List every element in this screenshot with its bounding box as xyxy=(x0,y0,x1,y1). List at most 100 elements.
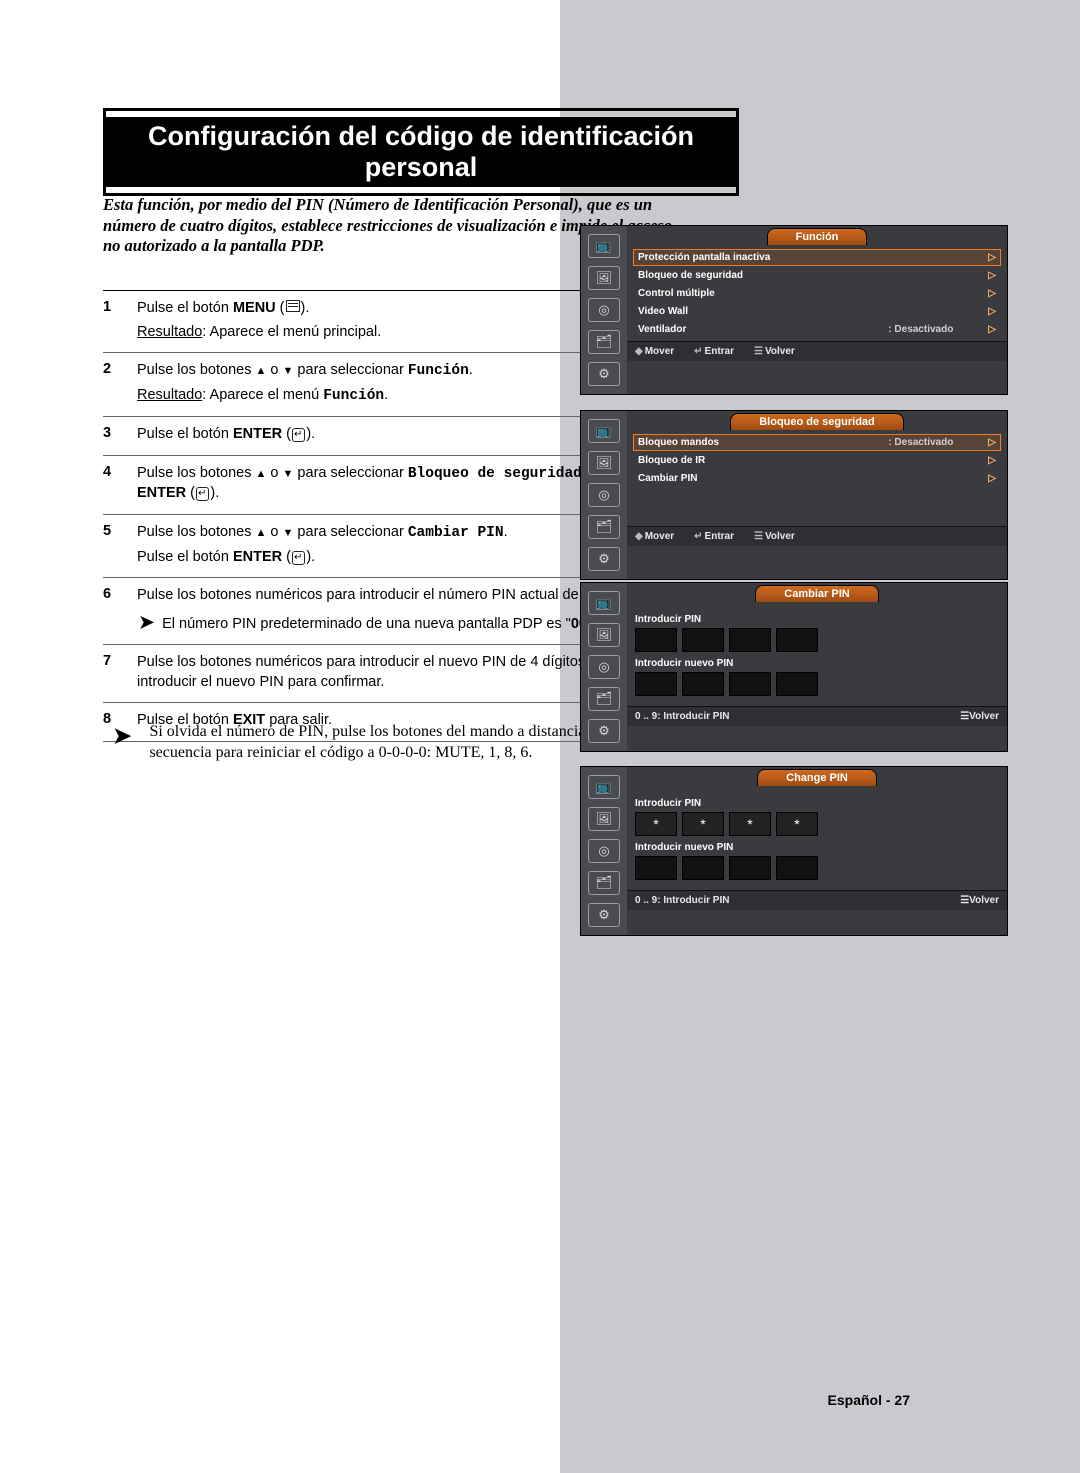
osd-sidebar: 📺 🖼 ◎ 🗂 ⚙ xyxy=(581,411,627,579)
sidebar-icon: ◎ xyxy=(588,655,620,679)
pin-cell xyxy=(682,628,724,652)
sidebar-icon: 📺 xyxy=(588,234,620,258)
sidebar-icon: ◎ xyxy=(588,839,620,863)
enter-icon: ↵ xyxy=(292,428,305,442)
pin-cell xyxy=(776,628,818,652)
pin-label: Introducir PIN xyxy=(635,614,999,625)
osd-row: Protección pantalla inactiva▷ xyxy=(633,249,1001,266)
pin-cell xyxy=(682,856,724,880)
pin-cell xyxy=(635,672,677,696)
up-triangle-icon: ▲ xyxy=(256,365,267,377)
sidebar-icon: ⚙ xyxy=(588,362,620,386)
osd-row: Bloqueo mandos: Desactivado▷ xyxy=(633,434,1001,451)
osd-panel-funcion: 📺 🖼 ◎ 🗂 ⚙ Función Protección pantalla in… xyxy=(580,225,1008,395)
updown-icon: ◆ xyxy=(635,531,643,542)
osd-sidebar: 📺 🖼 ◎ 🗂 ⚙ xyxy=(581,767,627,935)
step-number: 2 xyxy=(103,361,137,406)
osd-row: Cambiar PIN▷ xyxy=(633,470,1001,487)
pin-cells xyxy=(635,812,999,836)
enter-icon: ↵ xyxy=(196,487,209,501)
pin-cell xyxy=(682,812,724,836)
sidebar-icon: 📺 xyxy=(588,591,620,615)
pin-cell xyxy=(635,856,677,880)
pin-cell xyxy=(635,812,677,836)
osd-footer: ◆Mover ↵Entrar ☰Volver xyxy=(627,341,1007,361)
menu-icon: ☰ xyxy=(754,346,763,357)
caret-right-icon: ▷ xyxy=(988,455,996,466)
pin-cell xyxy=(729,672,771,696)
step-number: 3 xyxy=(103,425,137,445)
osd-tab-title: Cambiar PIN xyxy=(755,585,878,602)
osd-footer: 0 .. 9: Introducir PIN ☰Volver xyxy=(627,706,1007,726)
sidebar-icon: 🗂 xyxy=(588,515,620,539)
sidebar-icon: 🖼 xyxy=(588,451,620,475)
menu-icon: ☰ xyxy=(754,531,763,542)
osd-sidebar: 📺 🖼 ◎ 🗂 ⚙ xyxy=(581,583,627,751)
pin-cells xyxy=(635,628,999,652)
osd-tab-title: Función xyxy=(767,228,868,245)
pin-cells xyxy=(635,672,999,696)
step-number: 6 xyxy=(103,586,137,634)
sidebar-icon: 🖼 xyxy=(588,807,620,831)
pin-cell xyxy=(776,672,818,696)
step-number: 1 xyxy=(103,299,137,342)
osd-row: Control múltiple▷ xyxy=(633,285,1001,302)
sidebar-icon: ⚙ xyxy=(588,903,620,927)
arrow-icon: ➤ xyxy=(113,722,131,751)
osd-row: Bloqueo de seguridad▷ xyxy=(633,267,1001,284)
caret-right-icon: ▷ xyxy=(988,306,996,317)
menu-icon: ☰ xyxy=(960,895,969,906)
page-footer: Español - 27 xyxy=(828,1392,910,1408)
menu-icon xyxy=(286,300,300,312)
caret-right-icon: ▷ xyxy=(988,473,996,484)
enter-icon: ↵ xyxy=(292,551,305,565)
updown-icon: ◆ xyxy=(635,346,643,357)
osd-panel-cambiar-pin: 📺 🖼 ◎ 🗂 ⚙ Cambiar PIN Introducir PIN Int… xyxy=(580,582,1008,752)
pin-cells xyxy=(635,856,999,880)
pin-cell xyxy=(729,628,771,652)
arrow-icon: ➤ xyxy=(139,612,154,632)
osd-footer: ◆Mover ↵Entrar ☰Volver xyxy=(627,526,1007,546)
caret-right-icon: ▷ xyxy=(988,288,996,299)
osd-panel-bloqueo: 📺 🖼 ◎ 🗂 ⚙ Bloqueo de seguridad Bloqueo m… xyxy=(580,410,1008,580)
title-box: Configuración del código de identificaci… xyxy=(103,108,739,196)
osd-row: Ventilador: Desactivado▷ xyxy=(633,321,1001,338)
pin-label: Introducir nuevo PIN xyxy=(635,842,999,853)
osd-tab-title: Change PIN xyxy=(757,769,877,786)
pin-cell xyxy=(682,672,724,696)
pin-cell xyxy=(776,856,818,880)
pin-cell xyxy=(729,856,771,880)
caret-right-icon: ▷ xyxy=(988,437,996,448)
up-triangle-icon: ▲ xyxy=(256,527,267,539)
caret-right-icon: ▷ xyxy=(988,324,996,335)
osd-row: Bloqueo de IR▷ xyxy=(633,452,1001,469)
caret-right-icon: ▷ xyxy=(988,270,996,281)
pin-label: Introducir PIN xyxy=(635,798,999,809)
pin-cell xyxy=(776,812,818,836)
pin-label: Introducir nuevo PIN xyxy=(635,658,999,669)
pin-cell xyxy=(729,812,771,836)
osd-panel-change-pin: 📺 🖼 ◎ 🗂 ⚙ Change PIN Introducir PIN Intr… xyxy=(580,766,1008,936)
down-triangle-icon: ▼ xyxy=(283,527,294,539)
menu-icon: ☰ xyxy=(960,711,969,722)
sidebar-icon: ⚙ xyxy=(588,547,620,571)
step-number: 7 xyxy=(103,653,137,692)
sidebar-icon: 🗂 xyxy=(588,330,620,354)
down-triangle-icon: ▼ xyxy=(283,365,294,377)
sidebar-icon: 📺 xyxy=(588,419,620,443)
osd-footer: 0 .. 9: Introducir PIN ☰Volver xyxy=(627,890,1007,910)
page-title: Configuración del código de identificaci… xyxy=(106,117,736,187)
down-triangle-icon: ▼ xyxy=(283,468,294,480)
sidebar-icon: 🖼 xyxy=(588,623,620,647)
up-triangle-icon: ▲ xyxy=(256,468,267,480)
pin-cell xyxy=(635,628,677,652)
osd-sidebar: 📺 🖼 ◎ 🗂 ⚙ xyxy=(581,226,627,394)
sidebar-icon: 🗂 xyxy=(588,871,620,895)
sidebar-icon: ◎ xyxy=(588,298,620,322)
osd-menu-rows: Protección pantalla inactiva▷ Bloqueo de… xyxy=(627,245,1007,341)
enter-icon: ↵ xyxy=(694,531,702,542)
step-number: 5 xyxy=(103,523,137,567)
enter-icon: ↵ xyxy=(694,346,702,357)
sidebar-icon: 🗂 xyxy=(588,687,620,711)
osd-menu-rows: Bloqueo mandos: Desactivado▷ Bloqueo de … xyxy=(627,430,1007,490)
